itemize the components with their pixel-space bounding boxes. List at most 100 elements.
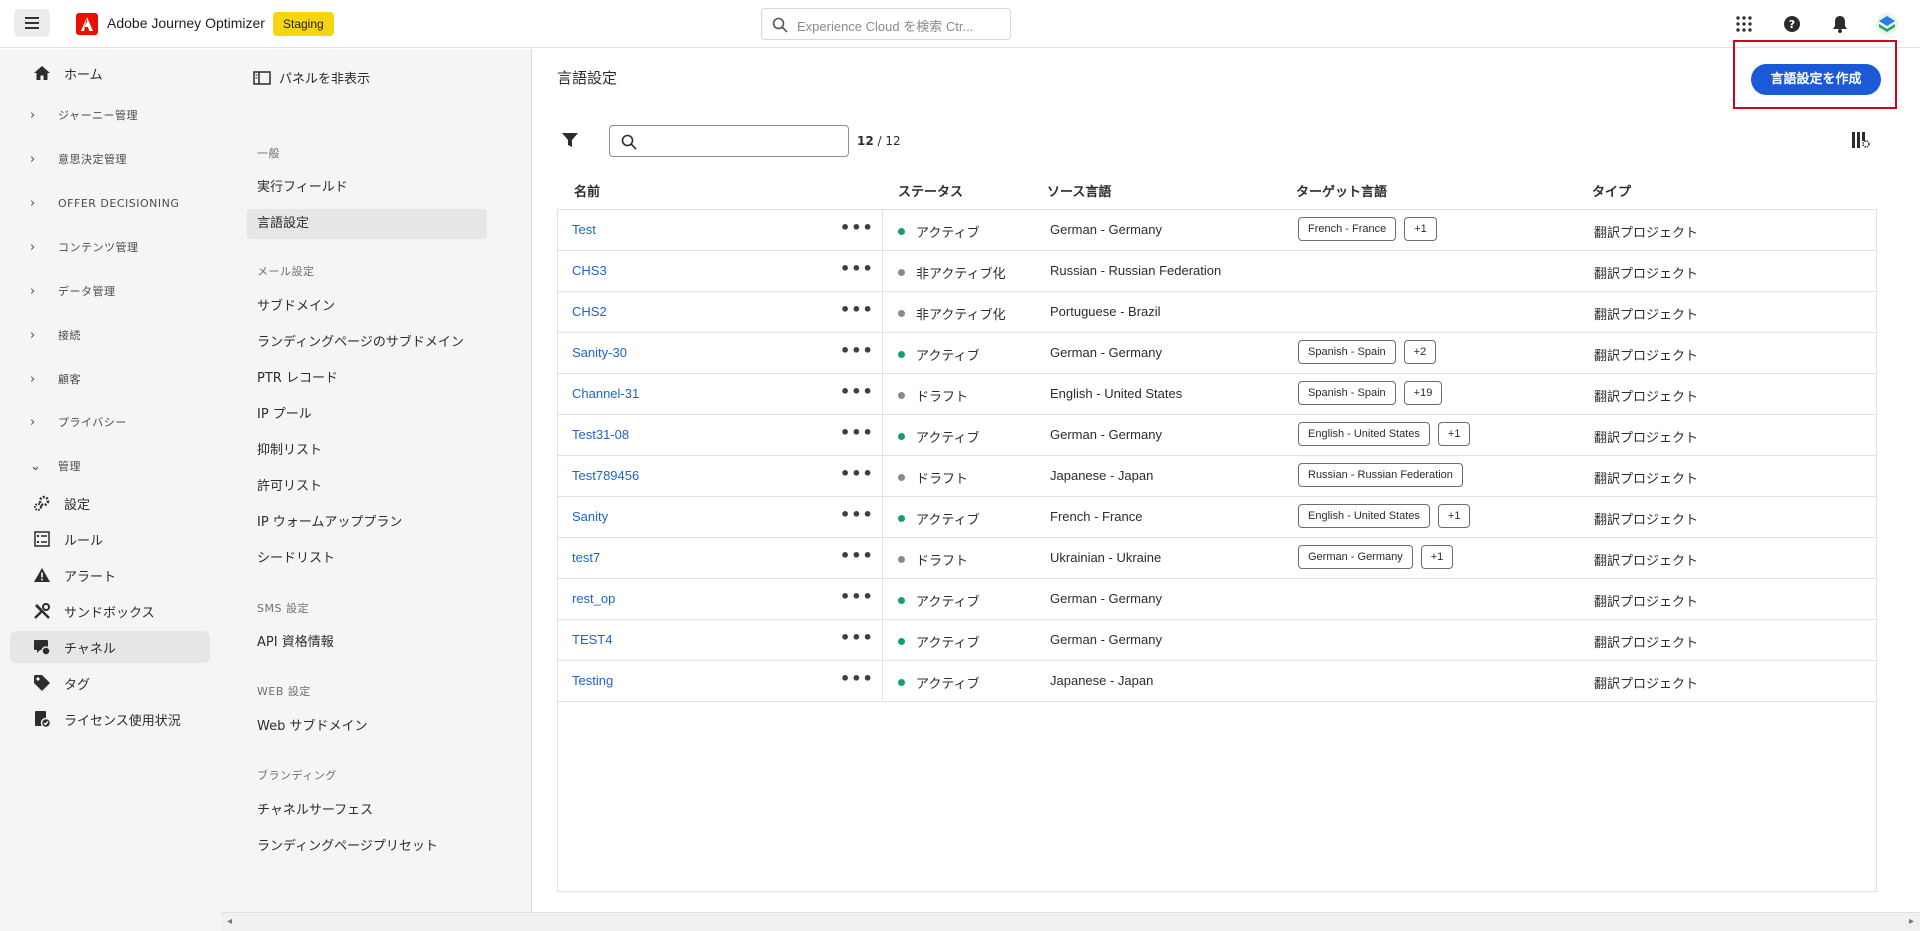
- vertical-scrollbar[interactable]: [1903, 49, 1920, 912]
- subnav-item-landing-presets[interactable]: ランディングページプリセット: [247, 832, 487, 862]
- row-name-link[interactable]: CHS2: [572, 304, 607, 319]
- row-name-link[interactable]: Sanity-30: [572, 345, 627, 360]
- nav-item-settings[interactable]: 設定: [10, 487, 210, 519]
- nav-item-home[interactable]: ホーム: [10, 57, 210, 89]
- nav-section-data[interactable]: › データ管理: [10, 275, 210, 307]
- more-actions-icon[interactable]: •••: [840, 218, 874, 237]
- target-language-tag[interactable]: Russian - Russian Federation: [1298, 463, 1463, 487]
- table-row[interactable]: CHS3 ••• 非アクティブ化 Russian - Russian Federati…: [558, 251, 1876, 292]
- row-name-link[interactable]: Test789456: [572, 468, 639, 483]
- nav-item-channels[interactable]: チャネル: [10, 631, 210, 663]
- subnav-item-allow-list[interactable]: 許可リスト: [247, 472, 487, 502]
- more-actions-icon[interactable]: •••: [840, 300, 874, 319]
- row-name-link[interactable]: test7: [572, 550, 600, 565]
- target-language-tag[interactable]: Spanish - Spain: [1298, 340, 1396, 364]
- more-targets-tag[interactable]: +2: [1403, 340, 1437, 364]
- user-avatar[interactable]: [1876, 13, 1898, 35]
- hamburger-menu-button[interactable]: [14, 9, 50, 37]
- row-name-link[interactable]: Sanity: [572, 509, 608, 524]
- subnav-item-execution-fields[interactable]: 実行フィールド: [247, 173, 487, 203]
- apps-grid-icon[interactable]: [1733, 13, 1755, 35]
- row-name-link[interactable]: Channel-31: [572, 386, 639, 401]
- more-actions-icon[interactable]: •••: [840, 464, 874, 483]
- nav-section-content[interactable]: › コンテンツ管理: [10, 231, 210, 263]
- table-row[interactable]: rest_op ••• アクティブ German - Germany 翻訳プロジェクト: [558, 579, 1876, 620]
- table-search-input[interactable]: [609, 125, 849, 157]
- help-icon[interactable]: ?: [1781, 13, 1803, 35]
- scroll-right-arrow-icon[interactable]: ▸: [1909, 916, 1914, 927]
- target-language-tag[interactable]: French - France: [1298, 217, 1397, 241]
- filter-icon[interactable]: [561, 131, 579, 153]
- horizontal-scrollbar[interactable]: ◂ ▸: [221, 912, 1920, 931]
- table-row[interactable]: Test789456 ••• ドラフト Japanese - Japan Russian…: [558, 456, 1876, 497]
- nav-section-connections[interactable]: › 接続: [10, 319, 210, 351]
- nav-section-privacy[interactable]: › プライバシー: [10, 406, 210, 438]
- more-actions-icon[interactable]: •••: [840, 423, 874, 442]
- nav-section-decision[interactable]: › 意思決定管理: [10, 143, 210, 175]
- column-header-status[interactable]: ステータス: [898, 181, 963, 200]
- row-name-link[interactable]: CHS3: [572, 263, 607, 278]
- table-row[interactable]: Test31-08 ••• アクティブ German - Germany English…: [558, 415, 1876, 456]
- target-language-tag[interactable]: English - United States: [1298, 422, 1430, 446]
- subnav-item-language-settings[interactable]: 言語設定: [247, 209, 487, 239]
- more-actions-icon[interactable]: •••: [840, 259, 874, 278]
- nav-item-sandboxes[interactable]: サンドボックス: [10, 595, 210, 627]
- more-actions-icon[interactable]: •••: [840, 628, 874, 647]
- table-row[interactable]: test7 ••• ドラフト Ukrainian - Ukraine German - …: [558, 538, 1876, 579]
- subnav-item-suppression-list[interactable]: 抑制リスト: [247, 436, 487, 466]
- row-name-link[interactable]: TEST4: [572, 632, 612, 647]
- column-header-source-language[interactable]: ソース言語: [1047, 181, 1111, 200]
- more-targets-tag[interactable]: +1: [1437, 422, 1471, 446]
- more-actions-icon[interactable]: •••: [840, 505, 874, 524]
- column-header-type[interactable]: タイプ: [1592, 181, 1631, 200]
- column-header-target-language[interactable]: ターゲット言語: [1296, 181, 1387, 200]
- row-name-link[interactable]: rest_op: [572, 591, 615, 606]
- more-actions-icon[interactable]: •••: [840, 587, 874, 606]
- subnav-item-ip-pools[interactable]: IP プール: [247, 400, 487, 430]
- row-name-link[interactable]: Testing: [572, 673, 613, 688]
- table-row[interactable]: Sanity ••• アクティブ French - France English - U…: [558, 497, 1876, 538]
- scroll-left-arrow-icon[interactable]: ◂: [227, 916, 232, 927]
- nav-section-offer-decisioning[interactable]: › OFFER DECISIONING: [10, 187, 210, 219]
- more-targets-tag[interactable]: +19: [1403, 381, 1443, 405]
- column-settings-icon[interactable]: [1851, 131, 1871, 153]
- more-actions-icon[interactable]: •••: [840, 382, 874, 401]
- subnav-item-ip-warmup-plans[interactable]: IP ウォームアッププラン: [247, 508, 487, 538]
- more-actions-icon[interactable]: •••: [840, 341, 874, 360]
- column-header-name[interactable]: 名前: [574, 181, 600, 200]
- target-language-tag[interactable]: German - Germany: [1298, 545, 1413, 569]
- subnav-item-channel-surfaces[interactable]: チャネルサーフェス: [247, 796, 487, 826]
- more-targets-tag[interactable]: +1: [1437, 504, 1471, 528]
- create-language-setting-button[interactable]: 言語設定を作成: [1751, 64, 1881, 95]
- nav-item-license-usage[interactable]: ライセンス使用状況: [10, 703, 210, 735]
- global-search-input[interactable]: Experience Cloud を検索 Ctr...: [761, 8, 1011, 40]
- more-targets-tag[interactable]: +1: [1420, 545, 1454, 569]
- target-language-tag[interactable]: Spanish - Spain: [1298, 381, 1396, 405]
- nav-item-rules[interactable]: ルール: [10, 523, 210, 555]
- more-targets-tag[interactable]: +1: [1404, 217, 1437, 241]
- subnav-item-subdomains[interactable]: サブドメイン: [247, 292, 487, 322]
- row-name-link[interactable]: Test31-08: [572, 427, 629, 442]
- target-language-tag[interactable]: English - United States: [1298, 504, 1430, 528]
- adobe-logo-icon[interactable]: [76, 13, 98, 35]
- table-row[interactable]: Channel-31 ••• ドラフト English - United States…: [558, 374, 1876, 415]
- subnav-item-landing-subdomains[interactable]: ランディングページのサブドメイン: [247, 328, 487, 358]
- table-row[interactable]: Test ••• アクティブ German - Germany French - Fra…: [558, 210, 1876, 251]
- table-row[interactable]: Testing ••• アクティブ Japanese - Japan 翻訳プロジェクト: [558, 661, 1876, 702]
- nav-item-tags[interactable]: タグ: [10, 667, 210, 699]
- subnav-item-ptr-records[interactable]: PTR レコード: [247, 364, 487, 394]
- table-row[interactable]: TEST4 ••• アクティブ German - Germany 翻訳プロジェクト: [558, 620, 1876, 661]
- row-name-link[interactable]: Test: [572, 222, 596, 237]
- table-row[interactable]: CHS2 ••• 非アクティブ化 Portuguese - Brazil 翻訳プロジェク…: [558, 292, 1876, 333]
- nav-item-alerts[interactable]: アラート: [10, 559, 210, 591]
- nav-section-customers[interactable]: › 顧客: [10, 363, 210, 395]
- subnav-item-web-subdomains[interactable]: Web サブドメイン: [247, 712, 487, 742]
- app-title[interactable]: Adobe Journey Optimizer: [107, 15, 265, 31]
- table-row[interactable]: Sanity-30 ••• アクティブ German - Germany Spanish…: [558, 333, 1876, 374]
- hide-panel-button[interactable]: パネルを非表示: [253, 68, 370, 87]
- nav-section-administration[interactable]: ⌄ 管理: [10, 450, 210, 482]
- subnav-item-api-credentials[interactable]: API 資格情報: [247, 628, 487, 658]
- nav-section-journey[interactable]: › ジャーニー管理: [10, 99, 210, 131]
- more-actions-icon[interactable]: •••: [840, 546, 874, 565]
- subnav-item-seed-lists[interactable]: シードリスト: [247, 544, 487, 574]
